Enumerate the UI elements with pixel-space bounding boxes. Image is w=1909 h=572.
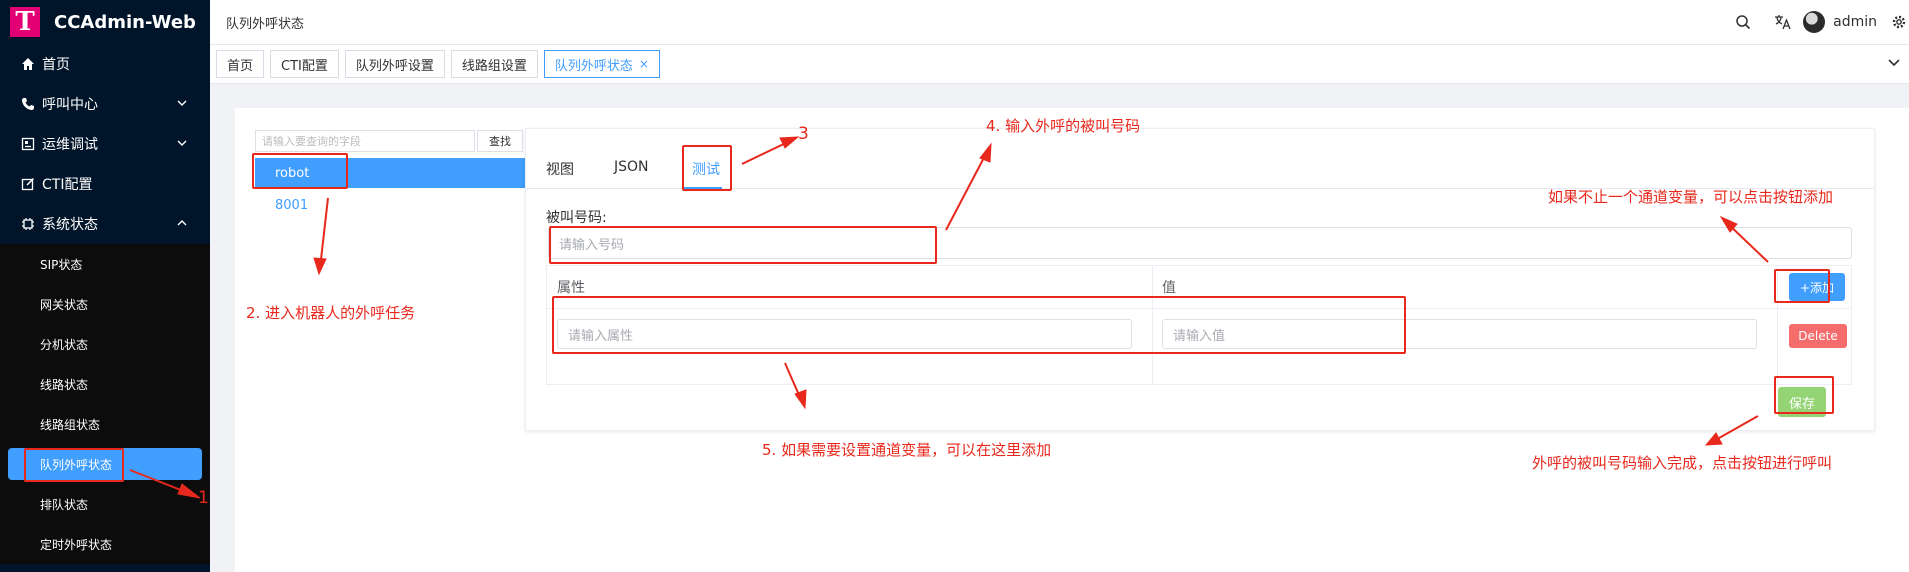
annotation-arrows	[129, 136, 1769, 499]
arrow-4	[945, 149, 989, 231]
arrow-2	[319, 197, 329, 269]
